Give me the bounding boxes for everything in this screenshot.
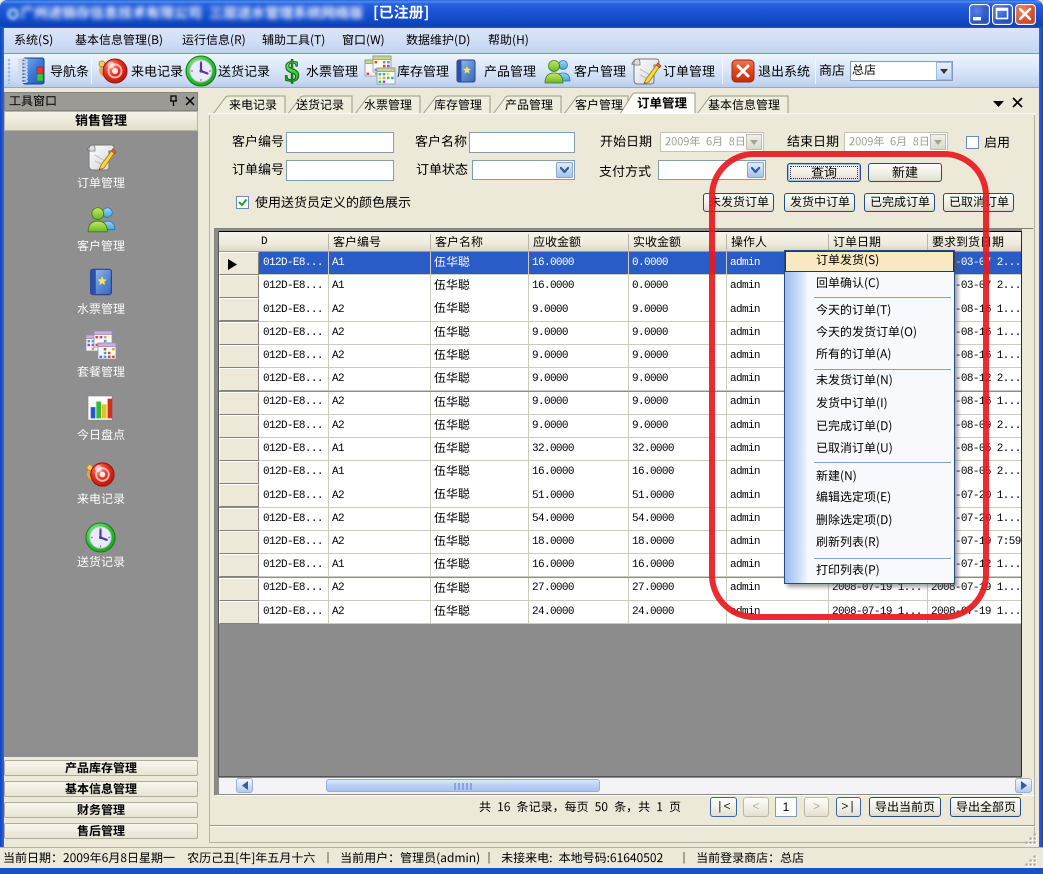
svg-text:$: $ (285, 56, 300, 86)
